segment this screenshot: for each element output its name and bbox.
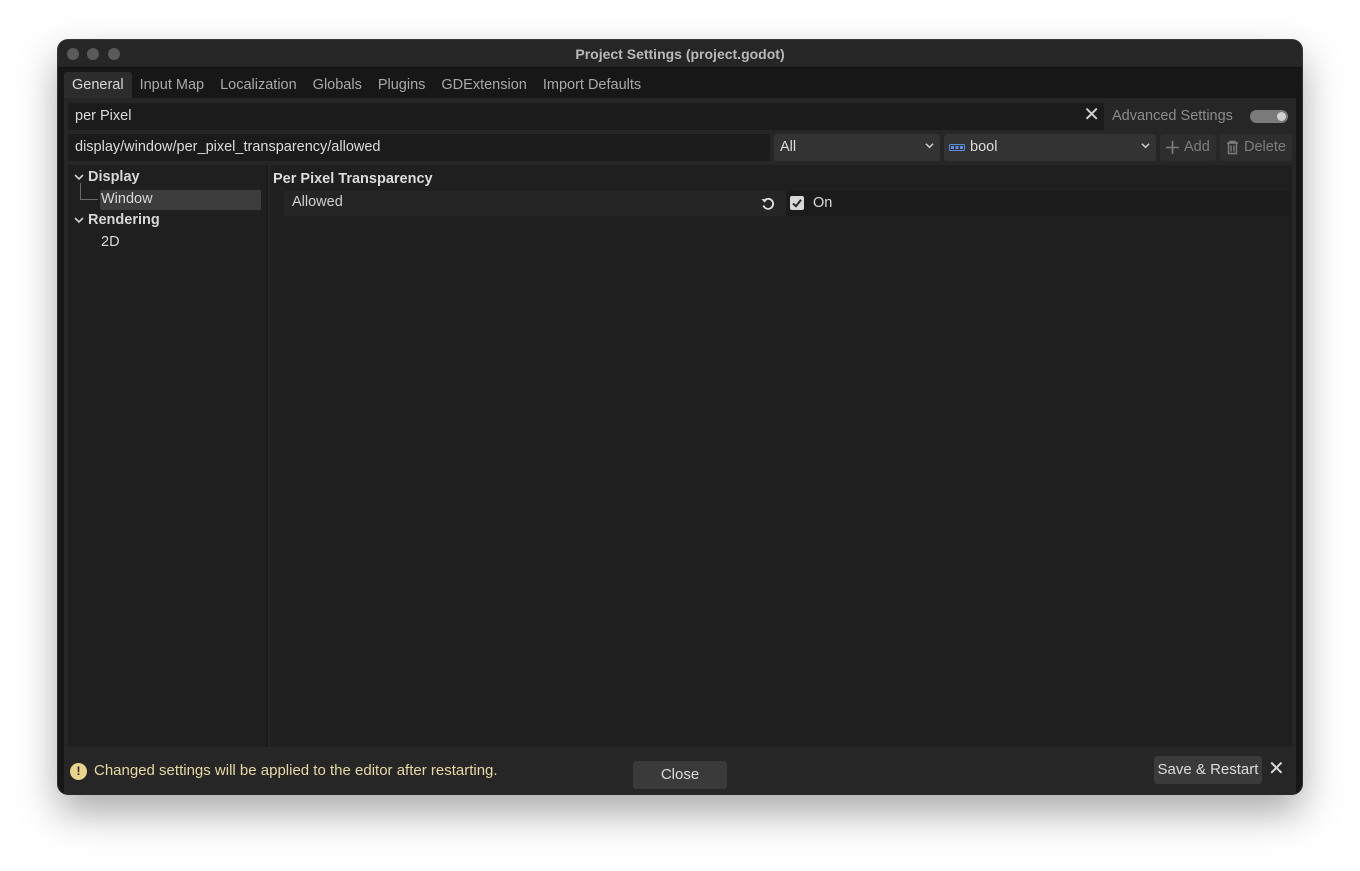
project-settings-window: Project Settings (project.godot) General… bbox=[58, 40, 1302, 794]
save-restart-button[interactable]: Save & Restart bbox=[1154, 756, 1262, 784]
type-dropdown[interactable]: bool bbox=[944, 134, 1156, 161]
dismiss-notice-icon[interactable]: ✕ bbox=[1268, 759, 1285, 779]
plus-icon bbox=[1166, 141, 1179, 154]
checkbox-on-label: On bbox=[813, 195, 833, 211]
chevron-down-icon bbox=[925, 143, 934, 149]
settings-inspector: Per Pixel Transparency Allowed On bbox=[270, 165, 1292, 747]
delete-button[interactable]: Delete bbox=[1220, 134, 1292, 161]
section-tree: Display Window Rendering 2D bbox=[68, 165, 268, 747]
allowed-checkbox[interactable] bbox=[790, 196, 804, 210]
close-button[interactable]: Close bbox=[633, 761, 727, 789]
tab-import-defaults[interactable]: Import Defaults bbox=[535, 72, 649, 98]
tab-general[interactable]: General bbox=[64, 72, 132, 98]
caret-down-icon[interactable] bbox=[74, 215, 84, 225]
settings-tabs: General Input Map Localization Globals P… bbox=[64, 72, 649, 98]
tree-item-window[interactable]: Window bbox=[101, 191, 153, 207]
tree-item-rendering[interactable]: Rendering bbox=[88, 212, 160, 228]
window-title: Project Settings (project.godot) bbox=[575, 46, 785, 62]
tab-localization[interactable]: Localization bbox=[212, 72, 305, 98]
caret-down-icon[interactable] bbox=[74, 172, 84, 182]
search-input[interactable]: per Pixel ✕ bbox=[68, 103, 1104, 130]
restart-notice-text: Changed settings will be applied to the … bbox=[94, 762, 498, 779]
advanced-settings-label: Advanced Settings bbox=[1112, 108, 1233, 124]
tree-connector bbox=[80, 183, 98, 200]
section-title: Per Pixel Transparency bbox=[273, 171, 433, 187]
tree-item-2d[interactable]: 2D bbox=[101, 234, 120, 250]
chevron-down-icon bbox=[1141, 143, 1150, 149]
trash-icon bbox=[1227, 140, 1238, 155]
search-input-value: per Pixel bbox=[75, 108, 132, 124]
property-path-input[interactable]: display/window/per_pixel_transparency/al… bbox=[68, 134, 770, 161]
general-panel: per Pixel ✕ Advanced Settings display/wi… bbox=[64, 98, 1296, 752]
clear-search-icon[interactable]: ✕ bbox=[1083, 105, 1100, 125]
property-value: On bbox=[786, 191, 1290, 216]
type-dropdown-value: bool bbox=[970, 139, 998, 155]
feature-override-dropdown[interactable]: All bbox=[774, 134, 940, 161]
toggle-knob bbox=[1277, 112, 1286, 121]
title-bar[interactable]: Project Settings (project.godot) bbox=[58, 40, 1302, 68]
add-button[interactable]: Add bbox=[1160, 134, 1216, 161]
feature-override-value: All bbox=[780, 139, 797, 155]
revert-icon[interactable] bbox=[760, 196, 776, 212]
bool-icon bbox=[949, 144, 965, 151]
property-row-allowed: Allowed On bbox=[284, 191, 1290, 216]
advanced-settings-toggle[interactable] bbox=[1250, 110, 1288, 123]
tab-input-map[interactable]: Input Map bbox=[132, 72, 213, 98]
warning-icon: ! bbox=[70, 763, 87, 780]
tab-plugins[interactable]: Plugins bbox=[370, 72, 434, 98]
add-button-label: Add bbox=[1184, 139, 1210, 155]
checkmark-icon bbox=[792, 199, 802, 208]
tab-globals[interactable]: Globals bbox=[305, 72, 370, 98]
tab-gdextension[interactable]: GDExtension bbox=[433, 72, 534, 98]
delete-button-label: Delete bbox=[1244, 139, 1286, 155]
property-path-value: display/window/per_pixel_transparency/al… bbox=[75, 139, 381, 155]
property-name: Allowed bbox=[292, 194, 343, 210]
